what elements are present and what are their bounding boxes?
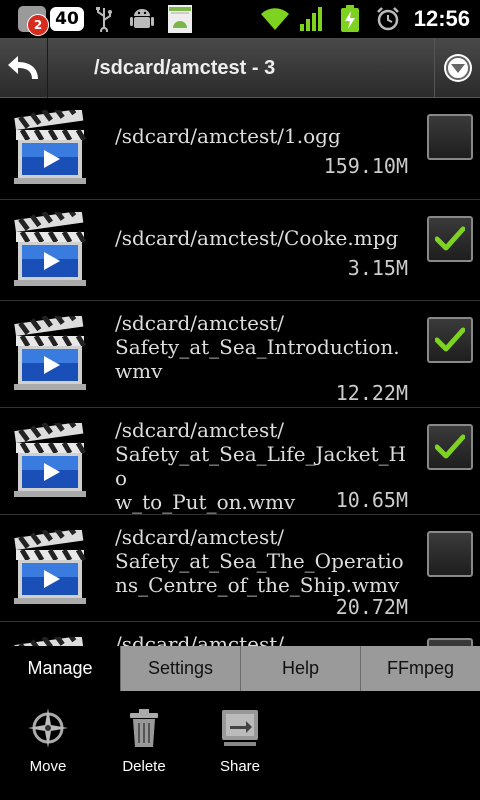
overflow-menu-button[interactable] [434,38,480,98]
back-button[interactable] [0,38,48,98]
alarm-icon [374,0,402,38]
video-thumbnail [12,629,90,646]
delete-button[interactable]: Delete [104,706,184,775]
clock: 12:56 [413,6,470,31]
video-file-icon [14,204,87,286]
signal-icon [298,0,326,38]
select-checkbox[interactable] [427,638,473,646]
file-size: 20.72M [335,595,408,619]
video-file-icon [14,629,84,646]
usb-icon [92,0,116,38]
file-row[interactable]: /sdcard/amctest/Cooke.mpg 3.15M [0,200,480,301]
back-arrow-icon [7,56,38,79]
tab-ffmpeg[interactable]: FFmpeg [360,646,480,691]
file-list[interactable]: /sdcard/amctest/1.ogg 159.10M/sdcard/amct… [0,98,480,646]
video-file-icon [14,415,87,497]
file-row[interactable]: /sdcard/amctest/1.ogg 159.10M [0,98,480,200]
tab-manage[interactable]: Manage [0,646,120,691]
battery-charging-icon [338,0,362,38]
page-title: /sdcard/amctest - 3 [94,57,276,79]
status-bar: 2 40 12:56 [0,0,480,38]
checkmark-icon [435,226,465,251]
select-checkbox[interactable] [427,317,473,363]
wifi-icon [258,0,292,38]
tab-settings[interactable]: Settings [120,646,240,691]
select-checkbox[interactable] [427,424,473,470]
video-thumbnail [12,204,90,290]
video-file-icon [14,308,87,390]
video-file-icon [14,522,87,604]
select-checkbox[interactable] [427,531,473,577]
select-checkbox[interactable] [427,216,473,262]
title-bar: /sdcard/amctest - 3 [0,38,480,98]
tab-help[interactable]: Help [240,646,360,691]
trash-icon [130,709,158,747]
file-row[interactable]: /sdcard/amctest/ Safety_at_Sea_Introduct… [0,301,480,408]
file-row[interactable]: /sdcard/amctest/ Safety_at_Sea_The_Opera… [0,515,480,622]
video-thumbnail [12,415,90,501]
file-name: /sdcard/amctest/ Safety_at_Sea_The_Opera… [115,525,404,597]
file-row[interactable]: /sdcard/amctest/ [0,622,480,646]
notification-badge: 2 [14,4,49,36]
select-checkbox[interactable] [427,114,473,160]
file-size: 10.65M [335,488,408,512]
file-name: /sdcard/amctest/Cooke.mpg [115,226,399,250]
chevron-down-circle-icon [443,54,472,82]
video-thumbnail [12,308,90,394]
file-size: 12.22M [335,381,408,405]
file-size: 3.15M [347,256,408,280]
options-menu: Manage Settings Help FFmpeg Move Delete … [0,646,480,800]
sd-card-icon [166,0,194,38]
file-row[interactable]: /sdcard/amctest/ Safety_at_Sea_Life_Jack… [0,408,480,515]
share-button[interactable]: Share [200,706,280,775]
file-name: /sdcard/amctest/ Safety_at_Sea_Introduct… [115,311,400,383]
share-icon [222,710,258,746]
menu-tabs: Manage Settings Help FFmpeg [0,646,480,691]
checkmark-icon [435,434,465,459]
file-name: /sdcard/amctest/1.ogg [115,124,341,148]
status-counter-pill: 40 [50,7,84,31]
file-size: 159.10M [323,154,408,178]
move-compass-icon [28,708,68,748]
video-thumbnail [12,522,90,608]
move-button[interactable]: Move [8,706,88,775]
video-file-icon [14,102,87,184]
android-debug-icon [128,0,156,38]
file-name: /sdcard/amctest/ [115,632,285,646]
video-thumbnail [12,102,90,188]
checkmark-icon [435,327,465,352]
